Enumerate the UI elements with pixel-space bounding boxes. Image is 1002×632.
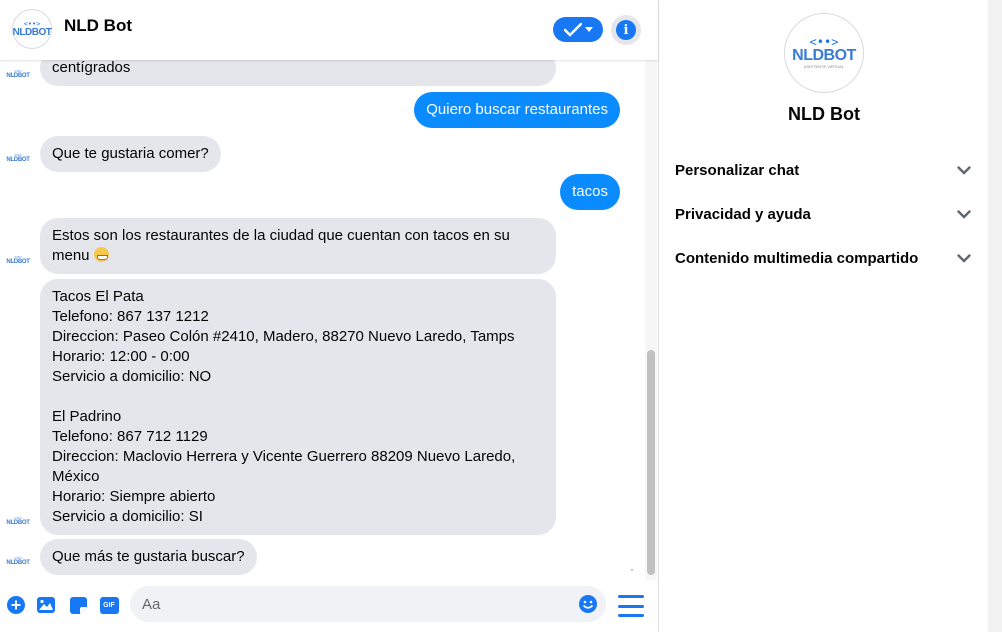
conversation-info-panel: <••> NLDBOT ASISTENTE VIRTUAL NLD Bot Pe… — [658, 0, 988, 632]
gif-icon: GIF — [99, 596, 119, 614]
message-row: <••> NLDBOT centígrados — [0, 60, 640, 88]
bot-avatar-small: <••> NLDBOT — [6, 551, 30, 571]
bot-message[interactable]: centígrados — [40, 60, 556, 86]
bot-message[interactable]: Que te gustaria comer? — [40, 136, 221, 172]
chevron-down-icon — [957, 165, 971, 175]
section-label: Contenido multimedia compartido — [675, 249, 919, 267]
emoji-button[interactable] — [578, 594, 598, 614]
sticker-button[interactable] — [68, 595, 88, 615]
bot-profile-picture[interactable]: <••> NLDBOT ASISTENTE VIRTUAL — [784, 13, 864, 93]
message-list[interactable]: <••> NLDBOT centígrados Quiero buscar res… — [0, 60, 658, 580]
image-icon — [37, 597, 55, 613]
menu-line — [618, 614, 644, 617]
section-personalizar-chat[interactable]: Personalizar chat — [675, 156, 971, 184]
user-message[interactable]: Quiero buscar restaurantes — [414, 92, 620, 128]
logo-text: NLDBOT — [12, 26, 52, 38]
menu-line — [618, 604, 644, 608]
section-label: Personalizar chat — [675, 161, 800, 179]
bot-message[interactable]: Tacos El Pata Telefono: 867 137 1212 Dir… — [40, 279, 556, 535]
info-button[interactable]: i — [611, 15, 641, 45]
scrollbar-thumb[interactable] — [647, 350, 655, 575]
section-label: Privacidad y ayuda — [675, 205, 811, 223]
logo-subtext: ASISTENTE VIRTUAL — [803, 64, 845, 69]
message-scrollbar[interactable] — [645, 60, 657, 580]
bot-message[interactable]: Estos son los restaurantes de la ciudad … — [40, 218, 556, 274]
message-composer: GIF — [0, 580, 658, 632]
bot-avatar[interactable]: <••> NLDBOT — [12, 9, 52, 49]
message-row: <••> NLDBOT Que te gustaria comer? — [0, 136, 640, 172]
read-receipt-avatar: •• — [627, 565, 637, 575]
bot-avatar-small: <••> NLDBOT — [6, 64, 30, 84]
photo-button[interactable] — [36, 595, 56, 615]
gif-button[interactable]: GIF — [99, 595, 119, 615]
chevron-down-icon — [957, 209, 971, 219]
chevron-down-icon — [957, 253, 971, 263]
menu-line — [618, 595, 644, 598]
grinning-emoji-icon — [93, 247, 109, 262]
menu-button[interactable] — [618, 595, 644, 617]
message-input[interactable] — [130, 586, 570, 622]
status-menu-button[interactable] — [553, 17, 603, 42]
more-actions-button[interactable] — [6, 595, 26, 615]
chat-column: <••> NLDBOT NLD Bot i <••> NLDBOT centígr… — [0, 0, 658, 632]
bot-avatar-small: <••> NLDBOT — [6, 250, 30, 270]
window-edge — [988, 0, 1002, 632]
smiley-icon — [579, 595, 597, 613]
section-contenido-multimedia[interactable]: Contenido multimedia compartido — [675, 244, 971, 272]
message-row: <••> NLDBOT Que más te gustaria buscar? — [0, 539, 640, 575]
bot-avatar-small: <••> NLDBOT — [6, 511, 30, 531]
logo-text: NLDBOT — [792, 47, 856, 64]
chat-title[interactable]: NLD Bot — [64, 16, 132, 36]
messenger-app: <••> NLDBOT NLD Bot i <••> NLDBOT centígr… — [0, 0, 1002, 632]
bot-avatar-small: <••> NLDBOT — [6, 148, 30, 168]
bot-message[interactable]: Que más te gustaria buscar? — [40, 539, 257, 575]
checkmark-icon — [563, 22, 582, 37]
section-privacidad-ayuda[interactable]: Privacidad y ayuda — [675, 200, 971, 228]
message-row: Quiero buscar restaurantes — [0, 92, 640, 128]
panel-bot-name: NLD Bot — [788, 104, 860, 124]
chat-header: <••> NLDBOT NLD Bot i — [0, 0, 658, 60]
info-icon: i — [616, 20, 636, 40]
message-row: tacos — [0, 174, 640, 210]
plus-circle-icon — [7, 596, 25, 614]
message-row: <••> NLDBOT Tacos El Pata Telefono: 867 1… — [0, 279, 640, 535]
user-message[interactable]: tacos — [560, 174, 620, 210]
caret-down-icon — [584, 26, 593, 32]
message-row: <••> NLDBOT Estos son los restaurantes de… — [0, 218, 640, 274]
message-input-box — [130, 586, 606, 622]
sticker-icon — [69, 596, 87, 614]
